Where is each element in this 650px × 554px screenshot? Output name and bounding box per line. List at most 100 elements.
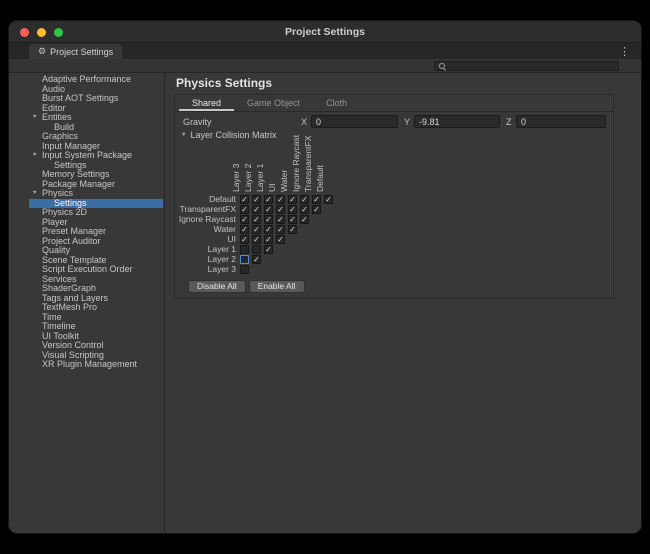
search-input[interactable] [449, 61, 615, 71]
matrix-rows: Default✓✓✓✓✓✓✓✓TransparentFX✓✓✓✓✓✓✓Ignor… [175, 95, 613, 298]
foldout-arrow-icon[interactable]: ▼ [32, 189, 37, 199]
search-field[interactable] [434, 61, 619, 71]
main-panel: Physics Settings SharedGame ObjectCloth … [165, 73, 641, 533]
collision-checkbox-default-x-water[interactable]: ✓ [288, 195, 297, 204]
collision-checkbox-ui-x-ui[interactable]: ✓ [276, 235, 285, 244]
collision-checkbox-layer-1-x-layer-3[interactable] [240, 245, 249, 254]
collision-checkbox-transparentfx-x-layer-1[interactable]: ✓ [264, 205, 273, 214]
collision-checkbox-layer-2-x-layer-2[interactable]: ✓ [252, 255, 261, 264]
collision-checkbox-ui-x-layer-2[interactable]: ✓ [252, 235, 261, 244]
sidebar-item-input-system-package-settings[interactable]: Settings [29, 161, 163, 171]
sidebar-item-project-auditor[interactable]: Project Auditor [29, 237, 163, 247]
sidebar-item-package-manager[interactable]: Package Manager [29, 180, 163, 190]
collision-checkbox-water-x-layer-3[interactable]: ✓ [240, 225, 249, 234]
search-icon [438, 62, 446, 70]
disable-all-button[interactable]: Disable All [188, 280, 246, 293]
collision-checkbox-layer-1-x-layer-1[interactable]: ✓ [264, 245, 273, 254]
sidebar-item-preset-manager[interactable]: Preset Manager [29, 227, 163, 237]
sidebar-item-label: Project Auditor [42, 237, 101, 246]
sidebar-item-ui-toolkit[interactable]: UI Toolkit [29, 332, 163, 342]
sidebar-item-label: Graphics [42, 132, 78, 141]
sidebar-item-adaptive-performance[interactable]: Adaptive Performance [29, 75, 163, 85]
sidebar-item-scene-template[interactable]: Scene Template [29, 256, 163, 266]
collision-checkbox-ignore-raycast-x-layer-3[interactable]: ✓ [240, 215, 249, 224]
gear-icon: ⚙ [38, 44, 46, 59]
kebab-menu-icon[interactable]: ⋮ [619, 45, 630, 58]
sidebar-item-input-manager[interactable]: Input Manager [29, 142, 163, 152]
project-settings-tab[interactable]: ⚙ Project Settings [29, 44, 122, 59]
collision-checkbox-transparentfx-x-layer-3[interactable]: ✓ [240, 205, 249, 214]
sidebar-item-tags-and-layers[interactable]: Tags and Layers [29, 294, 163, 304]
sidebar-item-entities[interactable]: ▼Entities [29, 113, 163, 123]
collision-checkbox-ui-x-layer-3[interactable]: ✓ [240, 235, 249, 244]
sidebar-item-player[interactable]: Player [29, 218, 163, 228]
minimize-button[interactable] [37, 28, 46, 37]
sidebar-item-shadergraph[interactable]: ShaderGraph [29, 284, 163, 294]
collision-checkbox-default-x-layer-3[interactable]: ✓ [240, 195, 249, 204]
sidebar-item-input-system-package[interactable]: ▼Input System Package [29, 151, 163, 161]
sidebar-item-label: Services [42, 275, 77, 284]
page-title: Physics Settings [176, 76, 272, 90]
collision-checkbox-default-x-layer-1[interactable]: ✓ [264, 195, 273, 204]
collision-checkbox-transparentfx-x-transparentfx[interactable]: ✓ [312, 205, 321, 214]
enable-all-button[interactable]: Enable All [249, 280, 305, 293]
sidebar-item-audio[interactable]: Audio [29, 85, 163, 95]
zoom-button[interactable] [54, 28, 63, 37]
collision-checkbox-ignore-raycast-x-ui[interactable]: ✓ [276, 215, 285, 224]
foldout-arrow-icon[interactable]: ▼ [32, 151, 37, 161]
collision-checkbox-water-x-ui[interactable]: ✓ [276, 225, 285, 234]
collision-checkbox-transparentfx-x-water[interactable]: ✓ [288, 205, 297, 214]
sidebar-item-textmesh-pro[interactable]: TextMesh Pro [29, 303, 163, 313]
sidebar-item-timeline[interactable]: Timeline [29, 322, 163, 332]
matrix-row-default: Default [175, 194, 236, 204]
collision-checkbox-layer-3-x-layer-3[interactable] [240, 265, 249, 274]
sidebar-item-physics[interactable]: ▼ Physics [29, 189, 163, 199]
collision-checkbox-default-x-transparentfx[interactable]: ✓ [312, 195, 321, 204]
collision-checkbox-water-x-water[interactable]: ✓ [288, 225, 297, 234]
foldout-arrow-icon[interactable]: ▼ [32, 113, 37, 123]
sidebar-item-label: Audio [42, 85, 65, 94]
matrix-row-transparentfx: TransparentFX [175, 204, 236, 214]
collision-checkbox-default-x-ignore-raycast[interactable]: ✓ [300, 195, 309, 204]
matrix-row-layer-2: Layer 2 [175, 254, 236, 264]
close-button[interactable] [20, 28, 29, 37]
sidebar-item-label: Memory Settings [42, 170, 110, 179]
sidebar-item-burst-aot-settings[interactable]: Burst AOT Settings [29, 94, 163, 104]
sidebar-item-memory-settings[interactable]: Memory Settings [29, 170, 163, 180]
collision-checkbox-ui-x-layer-1[interactable]: ✓ [264, 235, 273, 244]
matrix-row-ignore-raycast: Ignore Raycast [175, 214, 236, 224]
collision-checkbox-water-x-layer-2[interactable]: ✓ [252, 225, 261, 234]
sidebar-item-graphics[interactable]: Graphics [29, 132, 163, 142]
sidebar-item-physics-settings[interactable]: Settings [29, 199, 163, 209]
sidebar-item-label: Scene Template [42, 256, 106, 265]
sidebar-item-label: Version Control [42, 341, 104, 350]
sidebar-item-script-execution-order[interactable]: Script Execution Order [29, 265, 163, 275]
collision-checkbox-transparentfx-x-ui[interactable]: ✓ [276, 205, 285, 214]
collision-checkbox-transparentfx-x-layer-2[interactable]: ✓ [252, 205, 261, 214]
window-title: Project Settings [69, 21, 581, 43]
sidebar-item-xr-plugin-management[interactable]: XR Plugin Management [29, 360, 163, 370]
sidebar-item-quality[interactable]: Quality [29, 246, 163, 256]
sidebar-item-visual-scripting[interactable]: Visual Scripting [29, 351, 163, 361]
sidebar-item-time[interactable]: Time [29, 313, 163, 323]
collision-checkbox-ignore-raycast-x-water[interactable]: ✓ [288, 215, 297, 224]
collision-checkbox-ignore-raycast-x-ignore-raycast[interactable]: ✓ [300, 215, 309, 224]
collision-checkbox-default-x-layer-2[interactable]: ✓ [252, 195, 261, 204]
collision-checkbox-ignore-raycast-x-layer-2[interactable]: ✓ [252, 215, 261, 224]
sidebar-item-label: Build [54, 123, 74, 132]
collision-checkbox-layer-2-x-layer-3[interactable] [240, 255, 249, 264]
collision-checkbox-transparentfx-x-ignore-raycast[interactable]: ✓ [300, 205, 309, 214]
sidebar-item-editor[interactable]: Editor [29, 104, 163, 114]
collision-checkbox-default-x-default[interactable]: ✓ [324, 195, 333, 204]
sidebar-item-services[interactable]: Services [29, 275, 163, 285]
sidebar-item-physics-2d[interactable]: Physics 2D [29, 208, 163, 218]
matrix-row-water: Water [175, 224, 236, 234]
sidebar-item-label: Input Manager [42, 142, 100, 151]
collision-checkbox-water-x-layer-1[interactable]: ✓ [264, 225, 273, 234]
sidebar-item-version-control[interactable]: Version Control [29, 341, 163, 351]
collision-checkbox-default-x-ui[interactable]: ✓ [276, 195, 285, 204]
collision-checkbox-layer-1-x-layer-2[interactable] [252, 245, 261, 254]
sidebar-item-entities-build[interactable]: Build [29, 123, 163, 133]
collision-checkbox-ignore-raycast-x-layer-1[interactable]: ✓ [264, 215, 273, 224]
sidebar-item-label: Physics [42, 189, 73, 198]
